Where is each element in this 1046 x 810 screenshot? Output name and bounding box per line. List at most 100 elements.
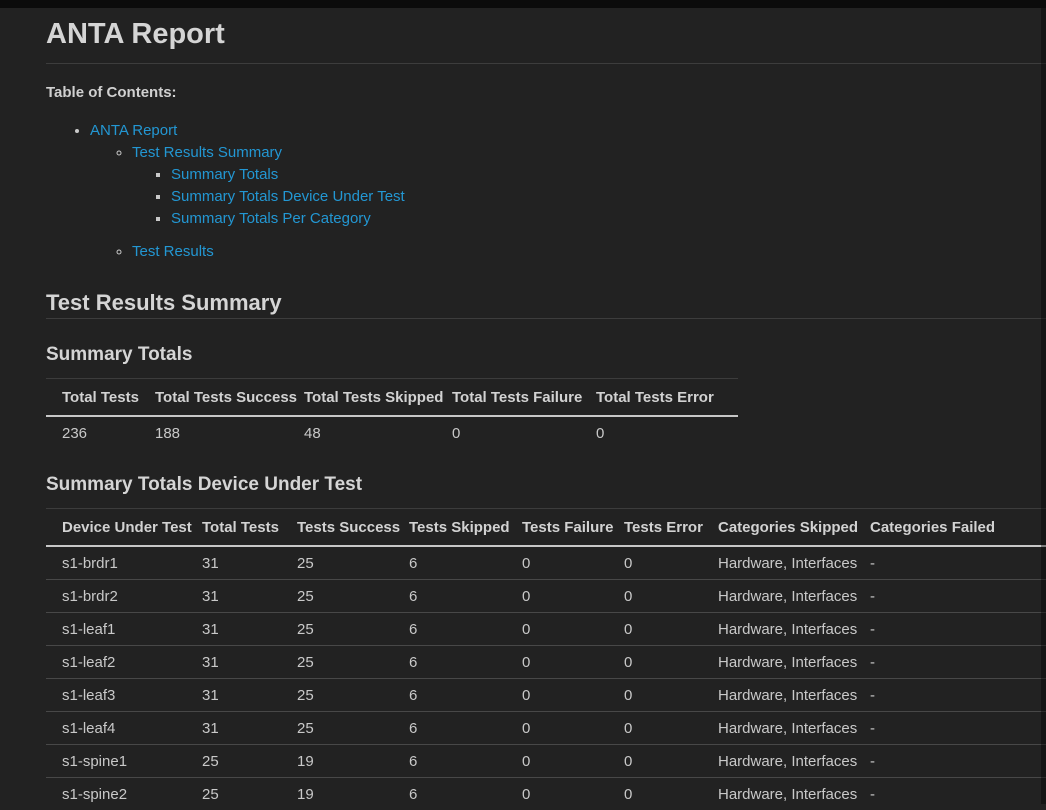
table-header-row: Device Under Test Total Tests Tests Succ… bbox=[46, 509, 1046, 547]
toc-label: Table of Contents: bbox=[46, 84, 1046, 102]
toc-level-2: Test Results Summary Summary Totals Summ… bbox=[90, 142, 1046, 263]
table-cell: 19 bbox=[281, 778, 393, 810]
table-cell: - bbox=[854, 580, 1046, 613]
table-cell: 0 bbox=[506, 546, 608, 580]
table-cell: 0 bbox=[608, 679, 702, 712]
table-cell: Hardware, Interfaces bbox=[702, 679, 854, 712]
summary-totals-table: Total Tests Total Tests Success Total Te… bbox=[46, 378, 738, 449]
table-cell: 0 bbox=[608, 712, 702, 745]
table-cell: 48 bbox=[288, 416, 436, 449]
table-cell: 31 bbox=[186, 712, 281, 745]
table-row: 236 188 48 0 0 bbox=[46, 416, 738, 449]
toc-link-summary-totals-per-category[interactable]: Summary Totals Per Category bbox=[171, 210, 371, 227]
table-cell: - bbox=[854, 646, 1046, 679]
scrollbar-track[interactable] bbox=[1041, 8, 1046, 804]
table-row: s1-brdr1 31 25 6 0 0 Hardware, Interface… bbox=[46, 546, 1046, 580]
table-cell: 19 bbox=[281, 745, 393, 778]
table-cell: Hardware, Interfaces bbox=[702, 712, 854, 745]
table-cell: s1-leaf2 bbox=[46, 646, 186, 679]
table-cell: 31 bbox=[186, 580, 281, 613]
column-header: Categories Failed bbox=[854, 509, 1046, 547]
table-cell: Hardware, Interfaces bbox=[702, 778, 854, 810]
table-cell: 6 bbox=[393, 679, 506, 712]
table-cell: 0 bbox=[608, 745, 702, 778]
table-cell: 0 bbox=[506, 580, 608, 613]
table-cell: 6 bbox=[393, 646, 506, 679]
table-cell: 25 bbox=[281, 546, 393, 580]
table-header-row: Total Tests Total Tests Success Total Te… bbox=[46, 379, 738, 417]
report-page: ANTA Report Table of Contents: ANTA Repo… bbox=[46, 17, 1046, 810]
subsection-title-summary-totals-device: Summary Totals Device Under Test bbox=[46, 473, 1046, 496]
table-row: s1-leaf3 31 25 6 0 0 Hardware, Interface… bbox=[46, 679, 1046, 712]
table-row: s1-leaf1 31 25 6 0 0 Hardware, Interface… bbox=[46, 613, 1046, 646]
column-header: Device Under Test bbox=[46, 509, 186, 547]
toc-link-test-results[interactable]: Test Results bbox=[132, 243, 214, 260]
table-cell: 0 bbox=[506, 778, 608, 810]
table-cell: s1-spine2 bbox=[46, 778, 186, 810]
column-header: Tests Skipped bbox=[393, 509, 506, 547]
table-cell: 25 bbox=[186, 778, 281, 810]
table-cell: 31 bbox=[186, 679, 281, 712]
table-cell: s1-leaf3 bbox=[46, 679, 186, 712]
section-title-test-results-summary: Test Results Summary bbox=[46, 290, 1046, 319]
table-cell: 31 bbox=[186, 646, 281, 679]
table-cell: s1-spine1 bbox=[46, 745, 186, 778]
toc-link-test-results-summary[interactable]: Test Results Summary bbox=[132, 144, 282, 161]
table-cell: 188 bbox=[139, 416, 288, 449]
table-cell: Hardware, Interfaces bbox=[702, 546, 854, 580]
page-title: ANTA Report bbox=[46, 17, 1046, 51]
table-cell: s1-leaf4 bbox=[46, 712, 186, 745]
table-cell: 0 bbox=[580, 416, 738, 449]
table-row: s1-leaf4 31 25 6 0 0 Hardware, Interface… bbox=[46, 712, 1046, 745]
toc-item-summary-totals-device: Summary Totals Device Under Test bbox=[171, 186, 1046, 208]
table-cell: s1-brdr2 bbox=[46, 580, 186, 613]
toc-link-summary-totals-device[interactable]: Summary Totals Device Under Test bbox=[171, 188, 405, 205]
column-header: Total Tests Failure bbox=[436, 379, 580, 417]
table-cell: - bbox=[854, 546, 1046, 580]
toc-link-summary-totals[interactable]: Summary Totals bbox=[171, 166, 278, 183]
table-cell: - bbox=[854, 679, 1046, 712]
device-under-test-table: Device Under Test Total Tests Tests Succ… bbox=[46, 508, 1046, 810]
toc-link-anta-report[interactable]: ANTA Report bbox=[90, 122, 177, 139]
table-cell: 236 bbox=[46, 416, 139, 449]
table-row: s1-spine1 25 19 6 0 0 Hardware, Interfac… bbox=[46, 745, 1046, 778]
table-cell: Hardware, Interfaces bbox=[702, 646, 854, 679]
table-cell: 25 bbox=[281, 580, 393, 613]
table-cell: 25 bbox=[281, 712, 393, 745]
table-cell: 0 bbox=[608, 778, 702, 810]
column-header: Tests Success bbox=[281, 509, 393, 547]
toc-item-summary-totals-per-category: Summary Totals Per Category bbox=[171, 208, 1046, 230]
table-row: s1-spine2 25 19 6 0 0 Hardware, Interfac… bbox=[46, 778, 1046, 810]
table-cell: Hardware, Interfaces bbox=[702, 745, 854, 778]
table-cell: s1-leaf1 bbox=[46, 613, 186, 646]
column-header: Total Tests Success bbox=[139, 379, 288, 417]
table-row: s1-leaf2 31 25 6 0 0 Hardware, Interface… bbox=[46, 646, 1046, 679]
toc-level-3: Summary Totals Summary Totals Device Und… bbox=[132, 164, 1046, 230]
table-cell: s1-brdr1 bbox=[46, 546, 186, 580]
subsection-title-summary-totals: Summary Totals bbox=[46, 343, 1046, 366]
table-cell: 0 bbox=[608, 646, 702, 679]
table-cell: - bbox=[854, 745, 1046, 778]
table-cell: - bbox=[854, 712, 1046, 745]
table-cell: 0 bbox=[436, 416, 580, 449]
column-header: Total Tests bbox=[46, 379, 139, 417]
table-cell: 6 bbox=[393, 712, 506, 745]
table-cell: 0 bbox=[506, 679, 608, 712]
table-cell: 6 bbox=[393, 778, 506, 810]
table-cell: Hardware, Interfaces bbox=[702, 580, 854, 613]
toc-item-anta-report: ANTA Report Test Results Summary Summary… bbox=[90, 120, 1046, 263]
table-cell: Hardware, Interfaces bbox=[702, 613, 854, 646]
table-of-contents: ANTA Report Test Results Summary Summary… bbox=[46, 120, 1046, 263]
toc-item-summary-totals: Summary Totals bbox=[171, 164, 1046, 186]
table-cell: 0 bbox=[506, 613, 608, 646]
table-cell: 25 bbox=[281, 646, 393, 679]
table-cell: 31 bbox=[186, 613, 281, 646]
title-divider bbox=[46, 63, 1046, 64]
table-cell: 0 bbox=[608, 546, 702, 580]
table-cell: - bbox=[854, 778, 1046, 810]
table-cell: 6 bbox=[393, 745, 506, 778]
table-cell: 0 bbox=[608, 613, 702, 646]
column-header: Total Tests bbox=[186, 509, 281, 547]
table-cell: 6 bbox=[393, 546, 506, 580]
table-cell: 0 bbox=[608, 580, 702, 613]
